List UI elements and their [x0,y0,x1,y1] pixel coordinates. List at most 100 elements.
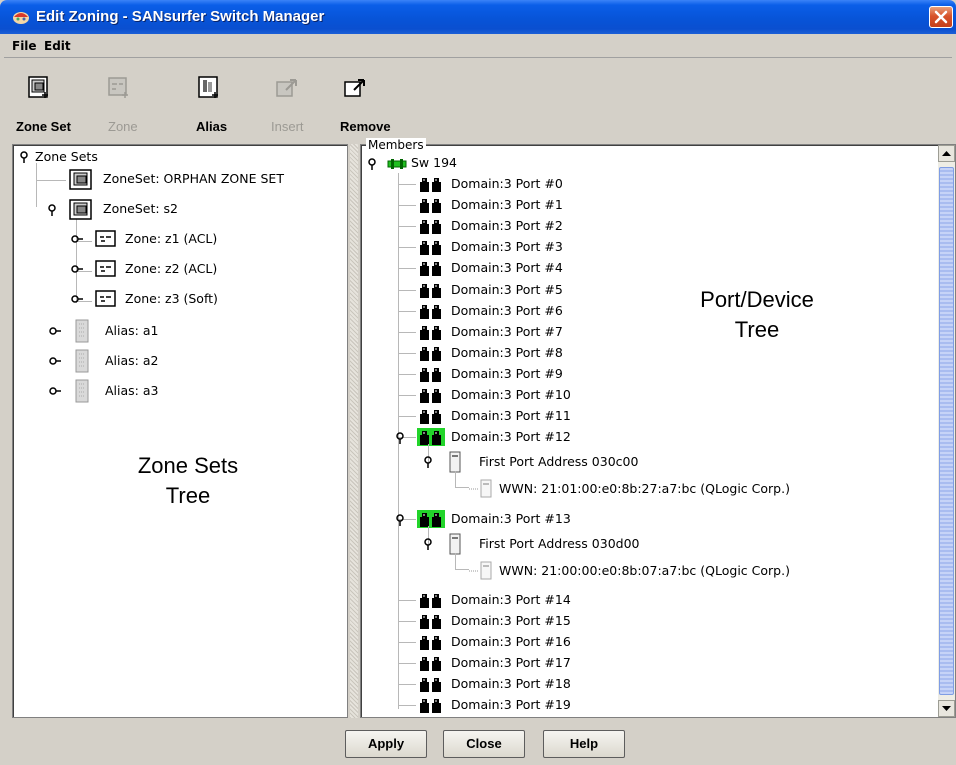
scroll-thumb[interactable] [939,167,954,695]
port-row-16[interactable]: Domain:3 Port #16 [417,632,717,652]
active-port-icon [417,510,445,528]
vertical-scrollbar[interactable] [938,145,955,717]
alias-a2[interactable]: Alias: a2 [49,349,309,373]
port-icon [420,410,441,424]
port-row-1[interactable]: Domain:3 Port #1 [417,195,717,215]
close-button[interactable]: Close [443,730,525,758]
port-icon [420,326,441,340]
collapsed-toggle-icon[interactable] [71,263,83,275]
arrow-down-icon [942,706,951,711]
collapsed-toggle-icon[interactable] [49,325,61,337]
apply-button[interactable]: Apply [345,730,427,758]
wwn-port13[interactable]: WWN: 21:00:00:e0:8b:07:a7:bc (QLogic Cor… [469,561,909,581]
port-label-5: Domain:3 Port #5 [451,282,563,297]
help-button[interactable]: Help [543,730,625,758]
port-label-10: Domain:3 Port #10 [451,387,571,402]
port-icon [420,594,441,608]
device-port13[interactable]: First Port Address 030d00 [423,533,723,555]
alias-icon [198,76,218,98]
collapsed-toggle-icon[interactable] [49,385,61,397]
port-row-17[interactable]: Domain:3 Port #17 [417,653,717,673]
port-label-17: Domain:3 Port #17 [451,655,571,670]
remove-icon [344,79,365,97]
insert-button[interactable]: Insert [268,64,344,136]
expanded-toggle-icon[interactable] [395,514,407,526]
expanded-toggle-icon[interactable] [423,538,435,550]
expanded-toggle-icon[interactable] [367,158,379,170]
zone-sets-tree[interactable]: Zone Sets ZoneSet: ORPHAN ZONE SET ZoneS… [12,144,348,718]
port-row-18[interactable]: Domain:3 Port #18 [417,674,717,694]
menu-edit[interactable]: Edit [44,39,71,53]
expanded-toggle-icon[interactable] [19,151,31,163]
collapsed-toggle-icon[interactable] [49,355,61,367]
close-window-button[interactable] [929,6,953,28]
port-row-10[interactable]: Domain:3 Port #10 [417,385,717,405]
collapsed-toggle-icon[interactable] [71,233,83,245]
port-label-15: Domain:3 Port #15 [451,613,571,628]
wwn-port-icon [469,561,492,580]
remove-label: Remove [340,119,391,134]
alias-button[interactable]: Alias [190,64,266,136]
alias-a3[interactable]: Alias: a3 [49,379,309,403]
port-row-11[interactable]: Domain:3 Port #11 [417,406,717,426]
alias-icon [75,379,89,403]
port-label-3: Domain:3 Port #3 [451,239,563,254]
zone-z3-label: Zone: z3 (Soft) [125,291,218,306]
port-icon [420,615,441,629]
title-bar: Edit Zoning - SANsurfer Switch Manager [0,0,956,34]
port-label-0: Domain:3 Port #0 [451,176,563,191]
remove-button[interactable]: Remove [340,64,416,136]
port-row-13[interactable]: Domain:3 Port #13 [395,509,695,529]
port-icon [420,636,441,650]
alias-a2-label: Alias: a2 [105,353,159,368]
device-address-port12: First Port Address 030c00 [479,454,639,469]
port-row-12[interactable]: Domain:3 Port #12 [395,427,695,447]
zoneset-s2[interactable]: ZoneSet: s2 [47,199,317,220]
zone-z3[interactable]: Zone: z3 (Soft) [71,289,331,309]
zone-set-button[interactable]: Zone Set [16,64,92,136]
dialog-button-bar: Apply Close Help [0,722,956,765]
zoneset-orphan-label: ZoneSet: ORPHAN ZONE SET [103,171,284,186]
menu-file[interactable]: File [12,39,37,53]
port-label-11: Domain:3 Port #11 [451,408,571,423]
device-port12[interactable]: First Port Address 030c00 [423,451,723,473]
zone-icon [95,230,116,247]
expanded-toggle-icon[interactable] [395,432,407,444]
port-row-8[interactable]: Domain:3 Port #8 [417,343,717,363]
panel-splitter[interactable] [350,144,358,718]
zone-set-icon [28,76,48,98]
port-row-19[interactable]: Domain:3 Port #19 [417,695,717,715]
port-row-2[interactable]: Domain:3 Port #2 [417,216,717,236]
switch-node[interactable]: Sw 194 [367,153,667,173]
expanded-toggle-icon[interactable] [423,456,435,468]
app-icon [13,12,29,24]
port-row-9[interactable]: Domain:3 Port #9 [417,364,717,384]
port-label-13: Domain:3 Port #13 [451,511,571,526]
port-row-14[interactable]: Domain:3 Port #14 [417,590,717,610]
wwn-port12[interactable]: WWN: 21:01:00:e0:8b:27:a7:bc (QLogic Cor… [469,479,909,499]
port-icon [420,305,441,319]
scroll-down-button[interactable] [938,700,955,717]
scroll-up-button[interactable] [938,145,955,162]
port-row-15[interactable]: Domain:3 Port #15 [417,611,717,631]
zoneset-orphan[interactable]: ZoneSet: ORPHAN ZONE SET [69,169,339,190]
window-title: Edit Zoning - SANsurfer Switch Manager [36,8,325,25]
zone-sets-root[interactable]: Zone Sets [19,147,219,167]
zone-z2[interactable]: Zone: z2 (ACL) [71,259,331,279]
port-row-0[interactable]: Domain:3 Port #0 [417,174,717,194]
zone-icon [95,260,116,277]
zone-button[interactable]: Zone [104,64,180,136]
port-icon [420,657,441,671]
collapsed-toggle-icon[interactable] [71,293,83,305]
zone-label: Zone [108,119,138,134]
port-row-3[interactable]: Domain:3 Port #3 [417,237,717,257]
port-row-4[interactable]: Domain:3 Port #4 [417,258,717,278]
menu-bar: File Edit [4,36,952,58]
port-icon [420,389,441,403]
port-device-tree[interactable]: Sw 194 Domain:3 Port #0 Domain:3 Port #1… [360,144,956,718]
port-icon [420,347,441,361]
zone-z1[interactable]: Zone: z1 (ACL) [71,229,331,249]
expanded-toggle-icon[interactable] [47,204,59,216]
toolbar: Zone Set Zone Alias Insert Remove [4,60,952,138]
alias-a1[interactable]: Alias: a1 [49,319,309,343]
